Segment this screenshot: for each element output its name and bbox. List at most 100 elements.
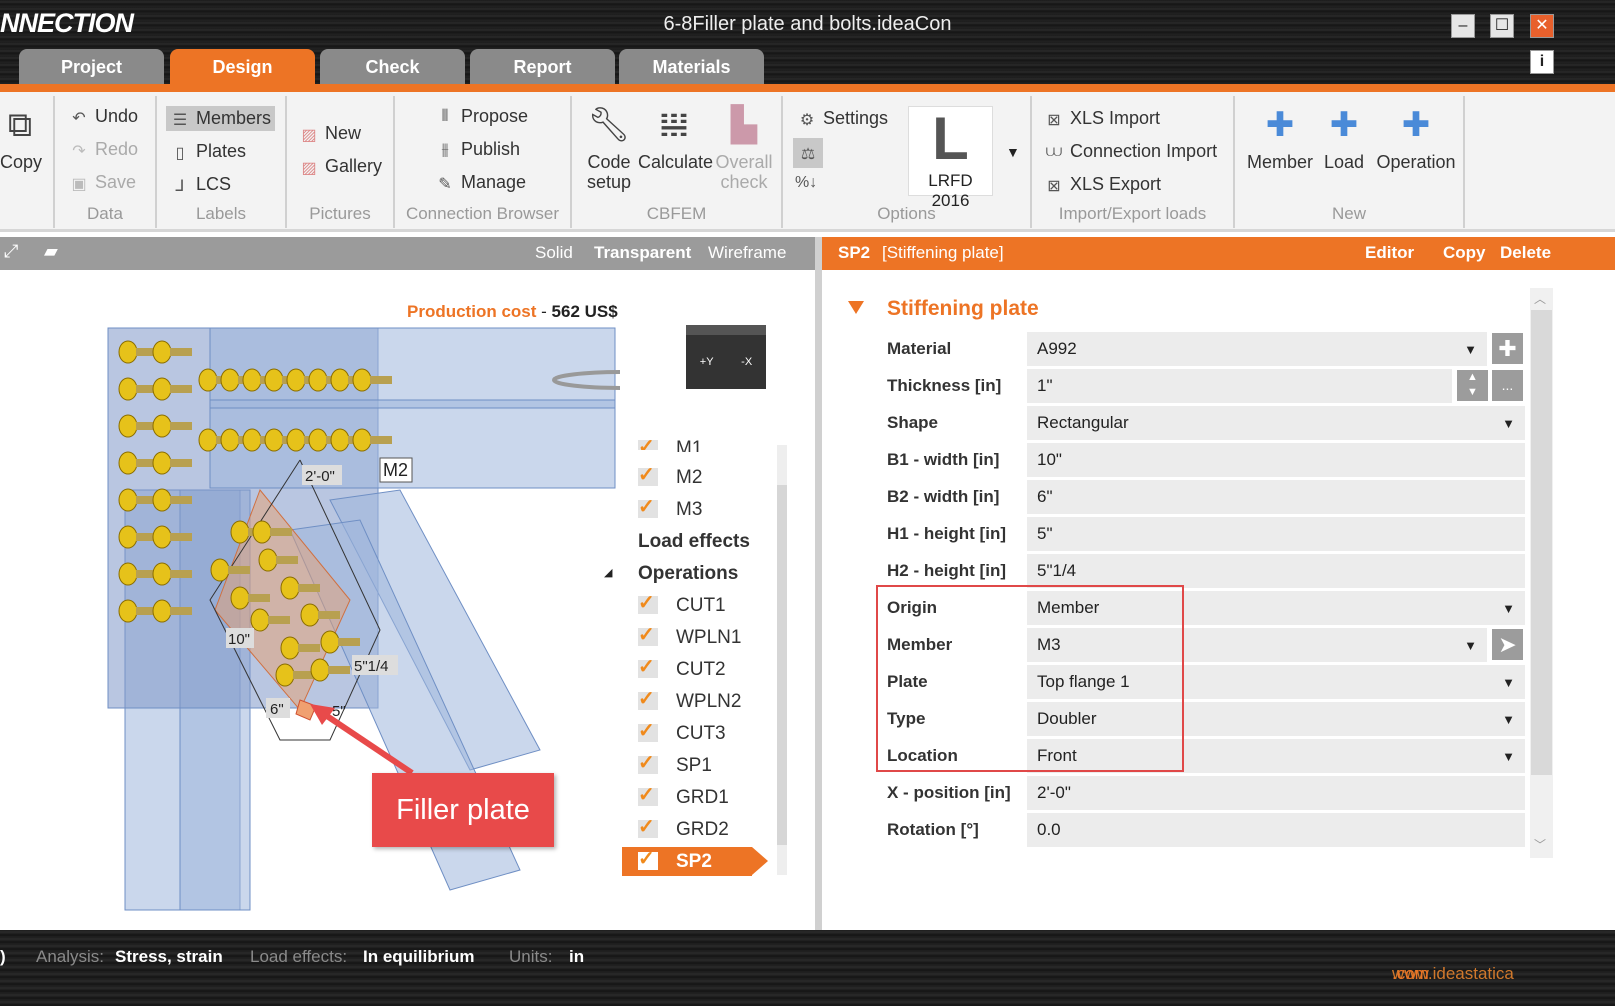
chevron-down-icon[interactable]: ▼ (1464, 638, 1477, 653)
propose-button[interactable]: ⫴ Propose (435, 106, 528, 127)
mode-solid[interactable]: Solid (535, 243, 573, 263)
members-toggle[interactable]: ☰ Members (166, 106, 276, 131)
save-button[interactable]: ▣ Save (69, 172, 136, 193)
checkbox[interactable]: ✓ (638, 440, 658, 450)
property-value[interactable]: 10" (1027, 443, 1525, 477)
property-value[interactable]: A992 ▼ (1027, 332, 1487, 366)
xls-export-button[interactable]: ⊠ XLS Export (1044, 174, 1161, 195)
mode-wireframe[interactable]: Wireframe (708, 243, 786, 263)
calculate-button[interactable]: 𝍐 Calculate (638, 102, 713, 172)
property-value[interactable]: 2'-0" (1027, 776, 1525, 810)
tree-item-cut2[interactable]: CUT2 (676, 659, 726, 681)
chevron-down-icon[interactable]: ▼ (1502, 416, 1515, 431)
manage-button[interactable]: ✎ Manage (435, 172, 526, 193)
tab-materials[interactable]: Materials (619, 49, 764, 86)
new-load-button[interactable]: ✚ Load (1319, 102, 1369, 172)
connection-import-button[interactable]: ⩊ Connection Import (1044, 141, 1217, 162)
chevron-down-icon[interactable]: ▼ (1502, 749, 1515, 764)
thickness-more-button[interactable]: ... (1492, 370, 1523, 401)
checkbox[interactable]: ✓ (638, 721, 658, 742)
checkbox[interactable]: ✓ (638, 593, 658, 614)
property-value[interactable]: 5"1/4 (1027, 554, 1525, 588)
tree-operations[interactable]: Operations (638, 563, 738, 585)
group-label: Connection Browser (405, 204, 560, 223)
publish-button[interactable]: ⫵ Publish (435, 139, 520, 160)
overall-check-button[interactable]: ▙ Overall check (714, 102, 774, 192)
tree-item-cut1[interactable]: CUT1 (676, 595, 726, 617)
tree-item-m2[interactable]: M2 (676, 467, 702, 489)
settings-button[interactable]: ⚙ Settings (797, 108, 888, 129)
view-cube[interactable]: +Y -X (686, 325, 766, 389)
copy-button[interactable]: ⧉ Copy (0, 102, 42, 172)
tree-item-wpln2[interactable]: WPLN2 (676, 691, 741, 713)
tree-load-effects[interactable]: Load effects (638, 531, 750, 553)
chevron-down-icon[interactable]: ▼ (1502, 675, 1515, 690)
checkbox[interactable]: ✓ (638, 753, 658, 774)
thickness-stepper[interactable]: ▲ ▼ (1457, 370, 1488, 401)
tree-item-grd1[interactable]: GRD1 (676, 787, 729, 809)
new-operation-button[interactable]: ✚ Operation (1373, 102, 1459, 172)
tree-item-m1[interactable]: M1 (676, 438, 702, 452)
xls-import-button[interactable]: ⊠ XLS Import (1044, 108, 1160, 129)
tab-project[interactable]: Project (19, 49, 164, 86)
scroll-up-icon[interactable]: ︿ (1534, 290, 1546, 307)
property-value[interactable]: 1" (1027, 369, 1452, 403)
tree-scrollbar[interactable] (777, 445, 787, 875)
tree-item-m3[interactable]: M3 (676, 499, 702, 521)
balance-button[interactable]: ⚖ (793, 138, 823, 168)
code-setup-button[interactable]: 🔧︎ Code setup (584, 102, 634, 192)
percent-button[interactable]: %↓ (795, 174, 817, 192)
delete-button[interactable]: Delete (1500, 243, 1551, 263)
checkbox[interactable]: ✓ (638, 657, 658, 678)
minimize-button[interactable]: – (1451, 14, 1475, 38)
property-value[interactable]: 0.0 (1027, 813, 1525, 847)
tree-item-cut3[interactable]: CUT3 (676, 723, 726, 745)
checkbox[interactable]: ✓ (638, 625, 658, 646)
lcs-toggle[interactable]: ⅃ LCS (170, 174, 231, 195)
maximize-button[interactable]: ☐ (1490, 14, 1514, 38)
status-lead: ) (0, 947, 6, 966)
new-member-button[interactable]: ✚ Member (1245, 102, 1315, 172)
scrollbar-thumb[interactable] (1531, 310, 1552, 775)
copy-button[interactable]: Copy (1443, 243, 1486, 263)
tab-design[interactable]: Design (170, 49, 315, 86)
checkbox[interactable]: ✓ (638, 497, 658, 518)
property-value[interactable]: 6" (1027, 480, 1525, 514)
info-button[interactable]: i (1530, 50, 1554, 74)
new-picture-button[interactable]: ▨ New (299, 123, 361, 144)
mode-transparent[interactable]: Transparent (594, 243, 691, 263)
tree-item-sp1[interactable]: SP1 (676, 755, 712, 777)
panel-splitter[interactable] (815, 237, 822, 930)
checkbox[interactable]: ✓ (638, 465, 658, 486)
chevron-down-icon[interactable]: ▼ (1502, 601, 1515, 616)
tree-item-grd2[interactable]: GRD2 (676, 819, 729, 841)
gallery-button[interactable]: ▨ Gallery (299, 156, 382, 177)
editor-button[interactable]: Editor (1365, 243, 1414, 263)
tab-check[interactable]: Check (320, 49, 465, 86)
scroll-down-icon[interactable]: ﹀ (1534, 836, 1546, 853)
checkbox[interactable]: ✓ (638, 689, 658, 710)
property-value[interactable]: 5" (1027, 517, 1525, 551)
code-selector[interactable]: L LRFD 2016 (908, 106, 993, 210)
3d-box-icon[interactable]: ▰ (44, 241, 58, 262)
tree-item-wpln1[interactable]: WPLN1 (676, 627, 741, 649)
checkbox[interactable]: ✓ (638, 849, 658, 870)
chevron-down-icon[interactable]: ▼ (1464, 342, 1477, 357)
checkbox[interactable]: ✓ (638, 785, 658, 806)
tab-report[interactable]: Report (470, 49, 615, 86)
collapse-icon[interactable]: ◢ (604, 566, 612, 579)
close-button[interactable]: ✕ (1530, 14, 1554, 38)
code-dropdown-icon[interactable]: ▼ (1006, 144, 1020, 160)
checkbox[interactable]: ✓ (638, 817, 658, 838)
tree-item-sp2[interactable]: SP2 (676, 851, 712, 873)
property-label: Material (887, 339, 952, 358)
undo-button[interactable]: ↶ Undo (69, 106, 138, 127)
add-material-button[interactable]: ✚ (1492, 333, 1523, 364)
redo-button[interactable]: ↷ Redo (69, 139, 138, 160)
collapse-section-icon[interactable] (848, 301, 864, 314)
fit-view-icon[interactable]: ⤢ (4, 241, 18, 262)
chevron-down-icon[interactable]: ▼ (1502, 712, 1515, 727)
property-value[interactable]: Rectangular ▼ (1027, 406, 1525, 440)
pick-member-button[interactable]: ➤ (1492, 629, 1523, 660)
plates-toggle[interactable]: ▯ Plates (170, 141, 246, 162)
